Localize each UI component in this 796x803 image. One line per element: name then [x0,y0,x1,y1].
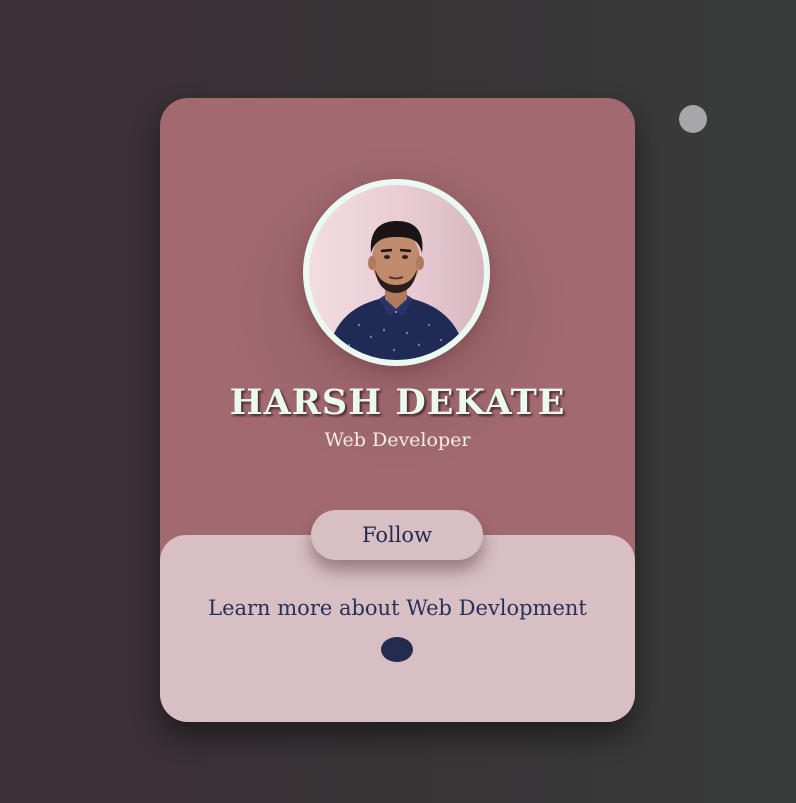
follow-button[interactable]: Follow [311,510,483,560]
learn-more-text: Learn more about Web Devlopment [208,596,587,620]
profile-role: Web Developer [324,429,471,451]
avatar [309,185,484,360]
theme-toggle-dot[interactable] [679,105,707,133]
indicator-dot[interactable] [381,637,413,662]
card-bottom-panel [160,535,635,722]
profile-card: HARSH DEKATE Web Developer Follow Learn … [160,98,635,722]
avatar-ring [303,179,490,366]
avatar-photo-icon [327,221,467,360]
profile-name: HARSH DEKATE [229,382,566,423]
